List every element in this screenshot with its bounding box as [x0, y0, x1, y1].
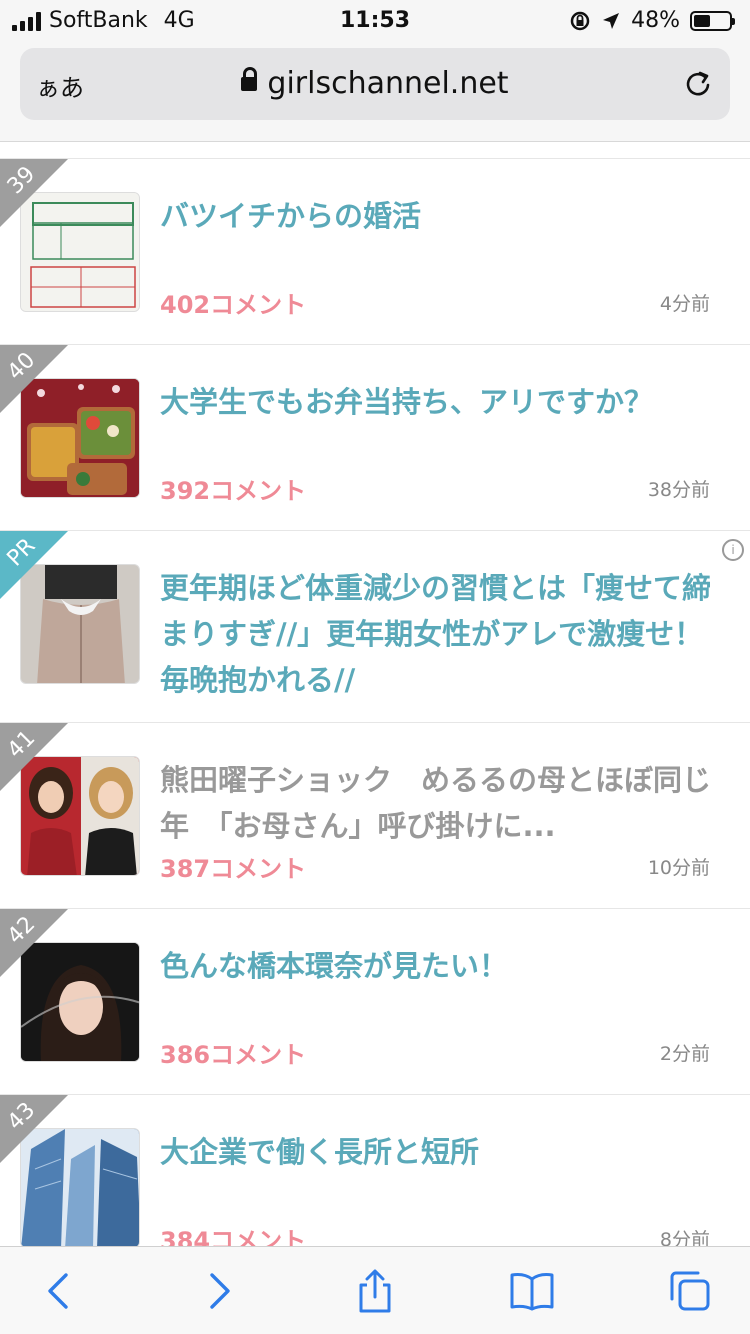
topic-row[interactable]: 40 大学生でもお弁当持ち、アリですか？ 392コメント 38分前 — [0, 344, 750, 530]
topic-title[interactable]: 熊田曜子ショック めるるの母とほぼ同じ年 「お母さん」呼び掛けに... — [160, 757, 720, 849]
time-ago: 8分前 — [659, 1229, 710, 1246]
comment-count: 384コメント — [160, 1227, 307, 1246]
comment-count: 387コメント — [160, 855, 307, 883]
time-ago: 10分前 — [647, 857, 710, 879]
url-text: girlschannel.net — [267, 66, 509, 101]
time-ago: 2分前 — [659, 1043, 710, 1065]
comment-count: 392コメント — [160, 477, 307, 505]
ad-row[interactable]: PR i 更年期ほど体重減少の習慣とは「痩せて締まりすぎ//」更年期女性がアレで… — [0, 530, 750, 722]
topic-title[interactable]: 大企業で働く長所と短所 — [160, 1129, 720, 1175]
reload-icon[interactable] — [682, 68, 714, 100]
lock-icon — [241, 67, 258, 95]
ad-info-icon[interactable]: i — [722, 539, 744, 561]
status-right: 48% — [569, 8, 735, 33]
topic-row[interactable]: 39 バツイチからの婚活 402コメント 4分前 — [0, 158, 750, 344]
share-icon[interactable] — [353, 1269, 397, 1313]
topic-title[interactable]: 大学生でもお弁当持ち、アリですか？ — [160, 379, 720, 425]
status-bar: SoftBank 4G 11:53 48% — [0, 0, 750, 40]
comment-count: 402コメント — [160, 291, 307, 319]
topic-title[interactable]: バツイチからの婚活 — [160, 193, 720, 239]
browser-toolbar — [0, 1246, 750, 1334]
topic-list: 39 バツイチからの婚活 402コメント 4分前 40 大学生でもお弁当持ち、ア… — [0, 158, 750, 1246]
time-ago: 38分前 — [647, 479, 710, 501]
address-bar[interactable]: ぁあ girlschannel.net — [20, 48, 730, 120]
browser-top-chrome: SoftBank 4G 11:53 48% ぁあ girlschannel.ne… — [0, 0, 750, 142]
topic-title[interactable]: 色んな橋本環奈が見たい！ — [160, 943, 720, 989]
forward-icon[interactable] — [196, 1269, 240, 1313]
tabs-icon[interactable] — [668, 1269, 712, 1313]
back-icon[interactable] — [38, 1269, 82, 1313]
battery-fill — [694, 14, 710, 27]
location-icon — [603, 12, 620, 29]
time-ago: 4分前 — [659, 293, 710, 315]
topic-row[interactable]: 41 熊田曜子ショック めるるの母とほぼ同じ年 「お母さん」呼び掛けに... 3… — [0, 722, 750, 908]
bookmarks-icon[interactable] — [510, 1269, 554, 1313]
battery-icon — [690, 10, 735, 31]
rotation-lock-icon — [570, 11, 590, 30]
comment-count: 386コメント — [160, 1041, 307, 1069]
ad-title[interactable]: 更年期ほど体重減少の習慣とは「痩せて締まりすぎ//」更年期女性がアレで激痩せ！毎… — [160, 565, 720, 703]
topic-row[interactable]: 43 大企業で働く長所と短所 384コメント 8分前 — [0, 1094, 750, 1246]
url-display[interactable]: girlschannel.net — [20, 66, 730, 101]
topic-row[interactable]: 42 色んな橋本環奈が見たい！ 386コメント 2分前 — [0, 908, 750, 1094]
battery-percent: 48% — [631, 8, 680, 33]
